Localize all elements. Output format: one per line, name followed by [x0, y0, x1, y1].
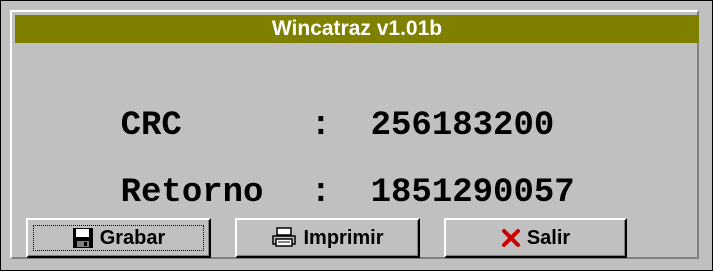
save-button[interactable]: Grabar — [26, 218, 211, 258]
exit-button-label: Salir — [526, 226, 571, 249]
title-bar[interactable]: Wincatraz v1.01b — [15, 15, 699, 43]
close-x-icon — [501, 228, 521, 248]
save-button-label: Grabar — [99, 226, 166, 249]
printer-icon — [271, 227, 297, 249]
window-title: Wincatraz v1.01b — [271, 17, 443, 40]
retorno-value: 1851290057 — [370, 174, 575, 212]
app-window: Wincatraz v1.01b CRC:256183200 Retorno:1… — [0, 0, 713, 271]
retorno-label: Retorno — [120, 174, 264, 212]
exit-button[interactable]: Salir — [444, 218, 627, 258]
print-button[interactable]: Imprimir — [235, 218, 420, 258]
floppy-disk-icon — [72, 227, 94, 249]
retorno-separator: : — [310, 174, 332, 212]
print-button-label: Imprimir — [303, 226, 384, 249]
